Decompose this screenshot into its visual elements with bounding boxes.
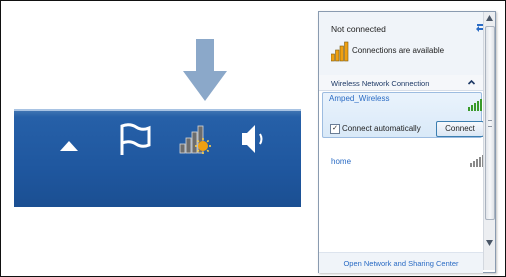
volume-speaker-icon[interactable] <box>239 122 269 156</box>
show-hidden-icons-arrow-icon[interactable] <box>60 141 78 151</box>
wireless-section-label: Wireless Network Connection <box>331 79 430 88</box>
wireless-networks-popup: Not connected Connections are available … <box>318 11 496 273</box>
taskbar-notification-area <box>14 109 301 207</box>
signal-strength-full-icon <box>468 99 482 111</box>
wireless-section-header[interactable]: Wireless Network Connection <box>319 75 483 91</box>
connect-automatically-label: Connect automatically <box>342 124 421 133</box>
network-name: Amped_Wireless <box>329 94 390 103</box>
connect-button[interactable]: Connect <box>436 121 484 137</box>
scroll-up-arrow-icon[interactable] <box>486 15 493 21</box>
scroll-down-arrow-icon[interactable] <box>486 240 493 246</box>
action-center-flag-icon[interactable] <box>118 123 152 157</box>
wireless-network-available-icon[interactable] <box>179 121 213 159</box>
network-item-home[interactable]: home <box>331 157 351 166</box>
connect-automatically-checkbox[interactable]: ✓ <box>330 124 340 134</box>
network-list-scrollbar[interactable] <box>483 12 495 270</box>
scrollbar-grip <box>488 120 492 127</box>
down-arrow-icon <box>183 39 227 101</box>
section-divider <box>319 90 483 91</box>
connections-available-text: Connections are available <box>352 46 445 55</box>
signal-strength-full-icon <box>470 155 484 167</box>
popup-header: Not connected Connections are available <box>319 12 486 76</box>
popup-footer: Open Network and Sharing Center <box>319 252 483 273</box>
wireless-connections-available-icon <box>331 41 349 62</box>
chevron-up-icon[interactable] <box>467 78 476 87</box>
connection-status-title: Not connected <box>331 24 386 34</box>
open-network-sharing-center-link[interactable]: Open Network and Sharing Center <box>319 259 483 268</box>
scrollbar-thumb[interactable] <box>485 26 495 220</box>
